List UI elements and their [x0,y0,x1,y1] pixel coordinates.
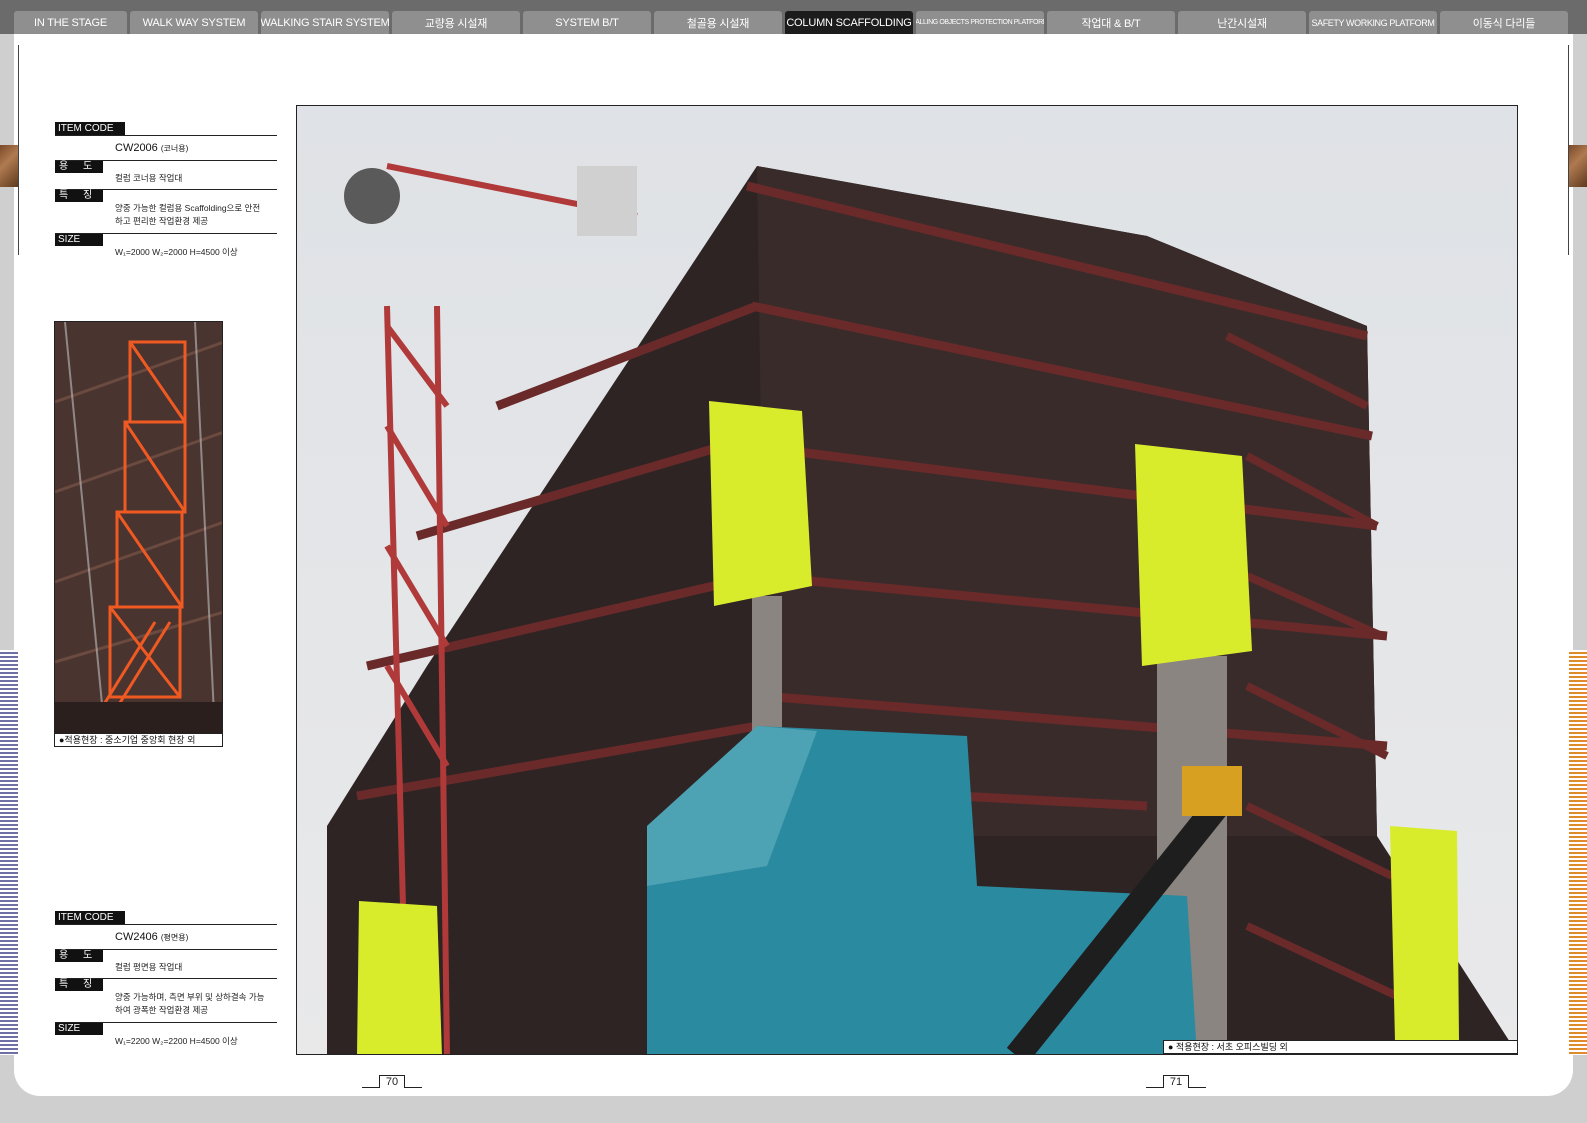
size-text: W₁=2000 W₂=2000 H=4500 이상 [115,247,238,257]
tab-10[interactable]: 난간시설재 [1178,11,1306,34]
size-tag: SIZE [55,234,103,246]
feature-tag: 특 징 [55,190,103,202]
tab-9[interactable]: 작업대 & B/T [1047,11,1175,34]
photo-cw2406-site [296,105,1518,1055]
caption-small-photo: ●적용현장 : 중소기업 중앙회 현장 외 [54,733,223,747]
tab-8[interactable]: FALLING OBJECTS PROTECTION PLATFORM [916,11,1044,34]
item-code-row: ITEM CODE [55,122,277,136]
page-number-right: 71 [1146,1075,1206,1089]
item-code-note: (평면용) [160,933,189,942]
item-code-tag: ITEM CODE [55,122,125,135]
page-number-left: 70 [362,1075,422,1089]
tab-7[interactable]: COLUMN SCAFFOLDING [785,11,913,34]
size-tag: SIZE [55,1023,103,1035]
tab-3[interactable]: WALKING STAIR SYSTEM [261,11,389,34]
edge-texture-left [0,145,18,187]
pageno-rule-right [1188,1087,1206,1088]
tab-6[interactable]: 철골용 시설재 [654,11,782,34]
item-code-row: ITEM CODE [55,911,277,925]
feature-text-2: 하고 편리한 작업환경 제공 [115,216,209,226]
use-row: 용 도 [55,153,277,173]
tab-1[interactable]: IN THE STAGE [14,11,127,34]
tab-11[interactable]: SAFETY WORKING PLATFORM [1309,11,1437,34]
pageno-rule-left [1146,1087,1164,1088]
size-row: SIZE [55,1017,277,1035]
use-tag: 용 도 [55,950,103,962]
tab-2[interactable]: WALK WAY SYSTEM [130,11,258,34]
steel-building-photo [297,106,1517,1054]
feature-text-1: 양중 가능하며, 측면 부위 및 상하결속 가능 [115,992,265,1002]
spec-block-cw2006: ITEM CODE CW2006 (코너용) 용 도 컬럼 코너용 작업대 특 … [55,122,277,259]
caption-large-photo: ● 적용현장 : 서초 오피스빌딩 외 [1163,1040,1518,1054]
edge-stripes-right [1569,650,1587,1055]
catalog-spread: IN THE STAGE WALK WAY SYSTEM WALKING STAIR… [0,0,1587,1123]
feature-row: 특 징 [55,974,277,991]
pageno-rule-right [404,1087,422,1088]
category-tab-bar: IN THE STAGE WALK WAY SYSTEM WALKING STAIR… [0,0,1587,34]
tab-4[interactable]: 교량용 시설재 [392,11,520,34]
use-row: 용 도 [55,942,277,962]
feature-text-2: 하여 광폭한 작업환경 제공 [115,1005,209,1015]
crop-mark-left [18,45,19,255]
pageno-box: 71 [1163,1075,1189,1088]
scaffold-tower-photo [55,322,222,733]
size-row: SIZE [55,228,277,246]
photo-cw2006-site [54,321,223,734]
use-text: 컬럼 평면용 작업대 [115,962,183,972]
feature-row: 특 징 [55,185,277,202]
item-code-note: (코너용) [160,144,189,153]
feature-text-1: 양중 가능한 컬럼용 Scaffolding으로 안전 [115,203,261,213]
tab-12[interactable]: 이동식 다리들 [1440,11,1568,34]
spec-block-cw2406: ITEM CODE CW2406 (평면용) 용 도 컬럼 평면용 작업대 특 … [55,911,277,1048]
pageno-box: 70 [379,1075,405,1088]
tab-5[interactable]: SYSTEM B/T [523,11,651,34]
edge-texture-right [1569,145,1587,187]
use-text: 컬럼 코너용 작업대 [115,173,183,183]
use-tag: 용 도 [55,161,103,173]
feature-tag: 특 징 [55,979,103,991]
edge-stripes-left [0,650,18,1055]
item-code-tag: ITEM CODE [55,911,125,924]
pageno-rule-left [362,1087,380,1088]
size-text: W₁=2200 W₂=2200 H=4500 이상 [115,1036,238,1046]
